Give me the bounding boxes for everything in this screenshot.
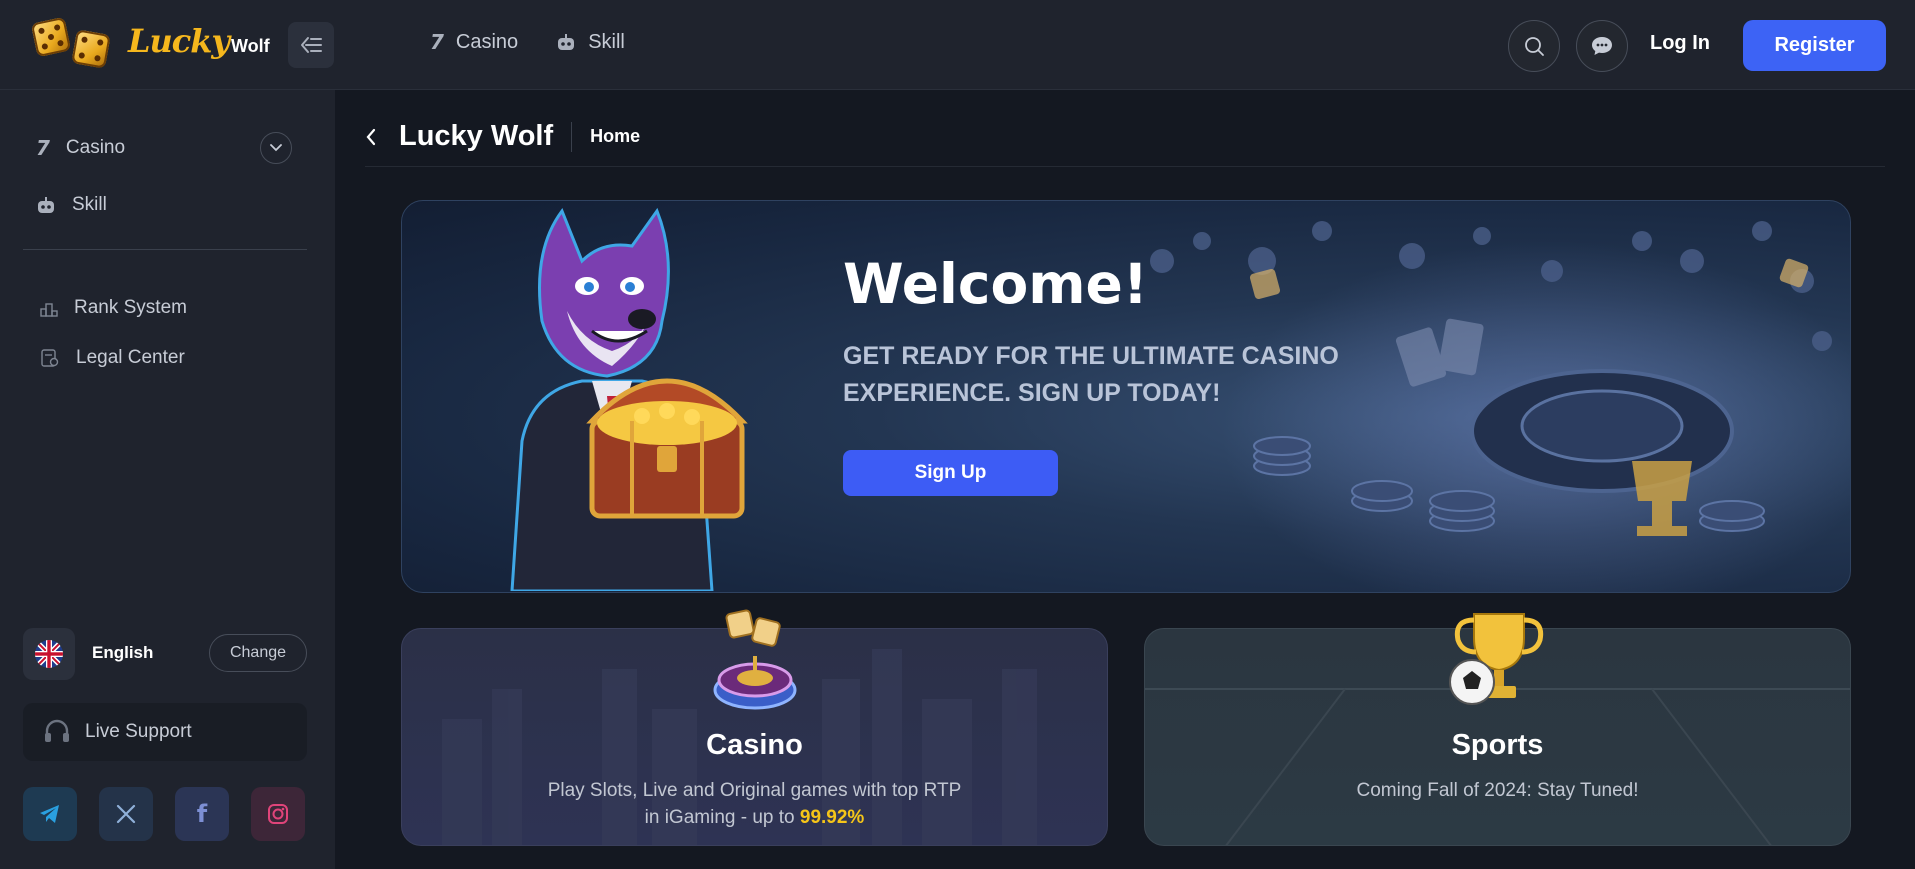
uk-flag-icon: [35, 640, 63, 668]
live-support-button[interactable]: Live Support: [23, 703, 307, 761]
chevron-down-icon: [270, 144, 282, 152]
headset-icon: [45, 719, 69, 742]
register-button[interactable]: Register: [1743, 20, 1886, 71]
telegram-button[interactable]: [23, 787, 77, 841]
robot-icon: [38, 197, 54, 213]
sidebar: 7 Casino Skill Rank System Legal Center: [0, 90, 335, 869]
facebook-button[interactable]: f: [175, 787, 229, 841]
sidebar-item-label: Legal Center: [76, 347, 185, 368]
breadcrumb-home: Home: [590, 126, 641, 146]
sidebar-item-casino[interactable]: 7 Casino: [36, 136, 125, 160]
podium-icon: [40, 303, 58, 317]
logo-wordmark: Lucky Wolf: [128, 22, 270, 60]
chat-button[interactable]: [1576, 20, 1628, 72]
sidebar-item-label: Skill: [72, 194, 107, 215]
casino-expand-button[interactable]: [260, 132, 292, 164]
search-button[interactable]: [1508, 20, 1560, 72]
telegram-icon: [40, 805, 59, 823]
login-button[interactable]: Log In: [1650, 32, 1710, 55]
sidebar-item-skill[interactable]: Skill: [36, 194, 107, 216]
breadcrumb: Lucky Wolf Home: [365, 120, 640, 153]
instagram-button[interactable]: [251, 787, 305, 841]
top-nav-skill-label: Skill: [588, 30, 625, 53]
sidebar-divider: [23, 249, 307, 250]
rtp-highlight: 99.92%: [799, 807, 865, 828]
top-nav: 7 Casino Skill: [430, 30, 625, 54]
top-nav-casino-label: Casino: [455, 30, 519, 53]
logo-wolf-text: Wolf: [231, 36, 270, 56]
chat-icon: [1592, 37, 1612, 55]
top-nav-casino[interactable]: 7 Casino: [430, 30, 518, 54]
language-flag[interactable]: [23, 628, 75, 680]
breadcrumb-divider: [571, 121, 573, 152]
search-icon: [1525, 37, 1544, 56]
logo-lucky-text: Lucky: [128, 22, 230, 60]
back-chevron-icon[interactable]: [365, 128, 377, 146]
dice-icon: [30, 16, 72, 58]
facebook-icon: f: [196, 800, 208, 828]
seven-icon: 7: [36, 136, 50, 160]
seven-icon: 7: [430, 30, 444, 54]
top-nav-skill[interactable]: Skill: [556, 30, 625, 54]
casino-card-title: Casino: [706, 729, 803, 761]
casino-card-description: Play Slots, Live and Original games with…: [402, 777, 1107, 831]
instagram-icon: [268, 804, 288, 824]
sports-card-description: Coming Fall of 2024: Stay Tuned!: [1356, 780, 1639, 801]
x-button[interactable]: [99, 787, 153, 841]
sports-card-title: Sports: [1451, 729, 1544, 761]
banner-title: Welcome!: [843, 252, 1148, 316]
top-bar: Lucky Wolf 7 Casino Skill Log In Registe…: [0, 0, 1915, 90]
roulette-dice-icon: [713, 609, 797, 710]
collapse-sidebar-button[interactable]: [288, 22, 334, 68]
sidebar-item-rank-system[interactable]: Rank System: [40, 297, 187, 319]
page-title: Lucky Wolf: [399, 120, 554, 152]
change-language-button[interactable]: Change: [209, 634, 307, 672]
casino-card-desc-text: Play Slots, Live and Original games with…: [547, 780, 962, 828]
document-icon: [41, 349, 59, 367]
x-icon: [116, 804, 136, 824]
sidebar-item-legal-center[interactable]: Legal Center: [40, 347, 185, 369]
lucky-wolf-logo[interactable]: Lucky Wolf: [30, 16, 270, 76]
trophy-ball-icon: [1449, 613, 1544, 705]
banner-subtitle: GET READY FOR THE ULTIMATE CASINO EXPERI…: [843, 342, 1339, 407]
collapse-menu-icon: [301, 37, 322, 53]
content-divider: [365, 166, 1885, 167]
robot-icon: [558, 34, 575, 50]
wolf-mascot-illustration: [510, 207, 748, 591]
sidebar-item-label: Casino: [65, 137, 126, 158]
language-name: English: [92, 643, 154, 662]
dice-icon: [71, 29, 111, 69]
sidebar-item-label: Rank System: [74, 297, 187, 318]
sign-up-button[interactable]: Sign Up: [843, 450, 1058, 496]
live-support-label: Live Support: [85, 721, 192, 742]
